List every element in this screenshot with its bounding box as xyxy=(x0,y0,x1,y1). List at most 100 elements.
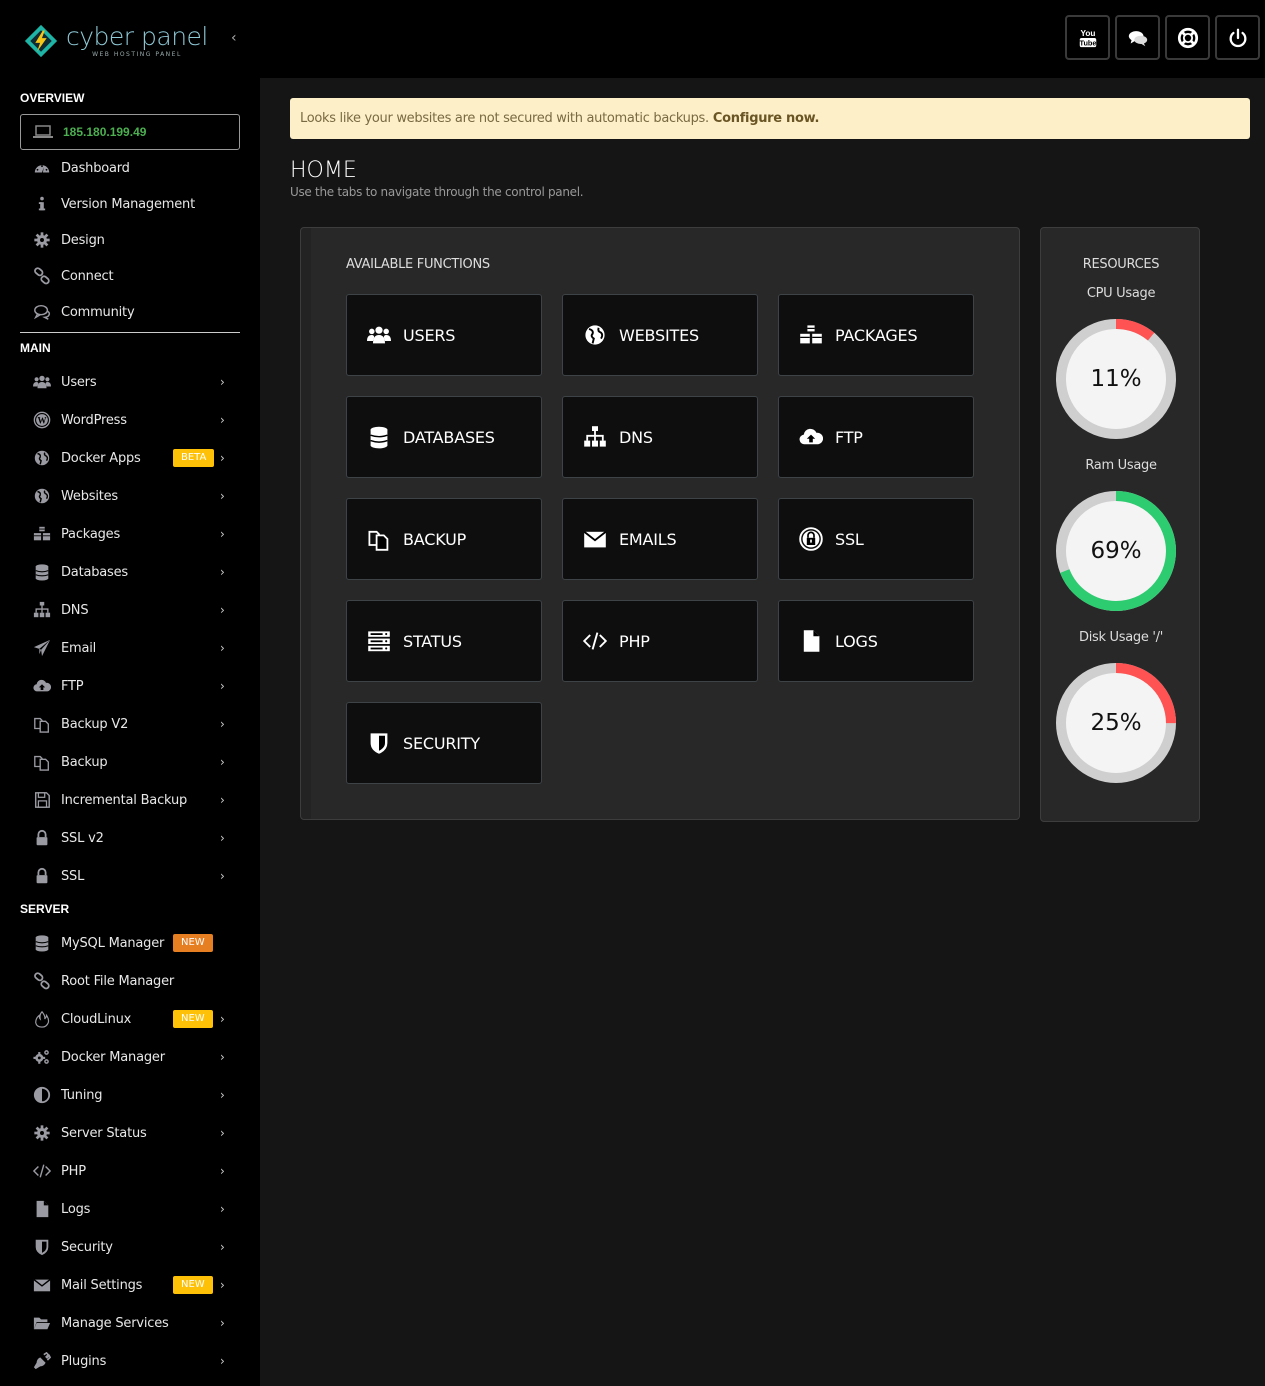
sidebar-item-docker-apps[interactable]: Docker Apps BETA › xyxy=(20,441,240,475)
function-tile-logs[interactable]: LOGS xyxy=(778,600,974,682)
sidebar-collapse-button[interactable]: ‹ xyxy=(231,30,237,46)
sidebar-item-label: Docker Manager xyxy=(61,1049,165,1065)
function-tile-ssl[interactable]: SSL xyxy=(778,498,974,580)
community-chat-button[interactable] xyxy=(1115,15,1160,60)
sidebar-item-ftp[interactable]: FTP › xyxy=(20,669,240,703)
sidebar-item-docker-manager[interactable]: Docker Manager › xyxy=(20,1040,240,1074)
tile-label: PHP xyxy=(619,631,650,651)
copy-icon xyxy=(368,530,389,551)
sidebar-item-incremental-backup[interactable]: Incremental Backup › xyxy=(20,783,240,817)
alert-text: Looks like your websites are not secured… xyxy=(300,111,709,126)
sidebar-item-email[interactable]: Email › xyxy=(20,631,240,665)
sidebar-item-mail-settings[interactable]: Mail Settings NEW › xyxy=(20,1268,240,1302)
new-badge: NEW xyxy=(173,1276,213,1294)
code-icon xyxy=(583,632,607,650)
logout-button[interactable] xyxy=(1215,15,1260,60)
file-icon xyxy=(36,1200,49,1218)
sidebar-item-ssl-v2[interactable]: SSL v2 › xyxy=(20,821,240,855)
sidebar-item-tuning[interactable]: Tuning › xyxy=(20,1078,240,1112)
globe-icon xyxy=(34,450,50,466)
sidebar-item-label: Design xyxy=(61,232,105,248)
function-tile-dns[interactable]: DNS xyxy=(562,396,758,478)
sidebar-item-connect[interactable]: Connect xyxy=(20,259,240,293)
function-tile-security[interactable]: SECURITY xyxy=(346,702,542,784)
link-icon xyxy=(34,972,50,990)
support-button[interactable] xyxy=(1165,15,1210,60)
sidebar-item-label: Websites xyxy=(61,488,118,504)
gear-icon-wrapper xyxy=(31,231,53,249)
function-tile-websites[interactable]: WEBSITES xyxy=(562,294,758,376)
sidebar: OVERVIEW 185.180.199.49 Dashboard Version… xyxy=(0,78,260,1386)
sidebar-item-cloudlinux[interactable]: CloudLinux NEW › xyxy=(20,1002,240,1036)
chevron-right-icon: › xyxy=(220,375,225,389)
function-tile-emails[interactable]: EMAILS xyxy=(562,498,758,580)
sidebar-item-label: Manage Services xyxy=(61,1315,169,1331)
chevron-right-icon: › xyxy=(220,603,225,617)
sidebar-item-wordpress[interactable]: W WordPress › xyxy=(20,403,240,437)
shield-icon xyxy=(370,733,388,754)
lifebuoy-icon xyxy=(1177,27,1198,48)
new-badge: NEW xyxy=(173,934,213,952)
sidebar-item-websites[interactable]: Websites › xyxy=(20,479,240,513)
users-icon xyxy=(33,375,51,389)
sidebar-item-label: MySQL Manager xyxy=(61,935,165,951)
sidebar-item-databases[interactable]: Databases › xyxy=(20,555,240,589)
function-tile-packages[interactable]: PACKAGES xyxy=(778,294,974,376)
sidebar-item-php[interactable]: PHP › xyxy=(20,1154,240,1188)
sidebar-item-security[interactable]: Security › xyxy=(20,1230,240,1264)
function-tile-backup[interactable]: BACKUP xyxy=(346,498,542,580)
cloud-upload-icon-wrapper xyxy=(31,677,53,695)
sidebar-item-users[interactable]: Users › xyxy=(20,365,240,399)
brand-logo[interactable]: cyber panel WEB HOSTING PANEL xyxy=(22,22,208,60)
chevron-right-icon: › xyxy=(220,1088,225,1102)
users-icon xyxy=(367,326,391,344)
server-ip-box[interactable]: 185.180.199.49 xyxy=(20,114,240,150)
function-tile-databases[interactable]: DATABASES xyxy=(346,396,542,478)
sidebar-item-label: Users xyxy=(61,374,97,390)
gear-icon-wrapper xyxy=(31,1124,53,1142)
database-icon xyxy=(370,426,388,449)
function-tile-php[interactable]: PHP xyxy=(562,600,758,682)
laptop-icon xyxy=(33,125,53,138)
sidebar-item-logs[interactable]: Logs › xyxy=(20,1192,240,1226)
function-tile-users[interactable]: USERS xyxy=(346,294,542,376)
function-tile-status[interactable]: STATUS xyxy=(346,600,542,682)
sidebar-item-design[interactable]: Design xyxy=(20,223,240,257)
sidebar-item-community[interactable]: Community xyxy=(20,295,240,329)
chevron-right-icon: › xyxy=(220,641,225,655)
sidebar-item-plugins[interactable]: Plugins › xyxy=(20,1344,240,1378)
chevron-right-icon: › xyxy=(220,717,225,731)
function-tile-ftp[interactable]: FTP xyxy=(778,396,974,478)
sidebar-item-server-status[interactable]: Server Status › xyxy=(20,1116,240,1150)
section-title-main: MAIN xyxy=(20,341,51,355)
youtube-button[interactable]: You Tube xyxy=(1065,15,1110,60)
sidebar-item-label: Incremental Backup xyxy=(61,792,188,808)
link-icon-wrapper xyxy=(31,972,53,990)
info-icon-wrapper xyxy=(31,195,53,213)
tile-label: DATABASES xyxy=(403,427,495,447)
sidebar-item-backup-v2[interactable]: Backup V2 › xyxy=(20,707,240,741)
chevron-right-icon: › xyxy=(220,1316,225,1330)
sidebar-item-ssl[interactable]: SSL › xyxy=(20,859,240,893)
configure-now-link[interactable]: Configure now. xyxy=(713,111,820,126)
chevron-right-icon: › xyxy=(220,1354,225,1368)
sidebar-item-version-management[interactable]: Version Management xyxy=(20,187,240,221)
sidebar-item-backup[interactable]: Backup › xyxy=(20,745,240,779)
sidebar-item-root-file-manager[interactable]: Root File Manager xyxy=(20,964,240,998)
shield-icon xyxy=(35,1239,49,1256)
tile-icon xyxy=(799,527,823,551)
tile-icon xyxy=(583,629,607,653)
code-icon xyxy=(33,1164,51,1178)
sidebar-item-manage-services[interactable]: Manage Services › xyxy=(20,1306,240,1340)
sidebar-item-dashboard[interactable]: Dashboard xyxy=(20,151,240,185)
sidebar-item-mysql-manager[interactable]: MySQL Manager NEW xyxy=(20,926,240,960)
sidebar-item-packages[interactable]: Packages › xyxy=(20,517,240,551)
sidebar-item-dns[interactable]: DNS › xyxy=(20,593,240,627)
chevron-right-icon: › xyxy=(220,527,225,541)
section-title-server: SERVER xyxy=(20,902,70,916)
lock-icon-wrapper xyxy=(31,867,53,885)
sidebar-divider xyxy=(20,332,240,333)
link-icon xyxy=(34,267,50,285)
dashboard-gauge-icon xyxy=(34,165,50,173)
wordpress-icon-wrapper: W xyxy=(31,411,53,429)
